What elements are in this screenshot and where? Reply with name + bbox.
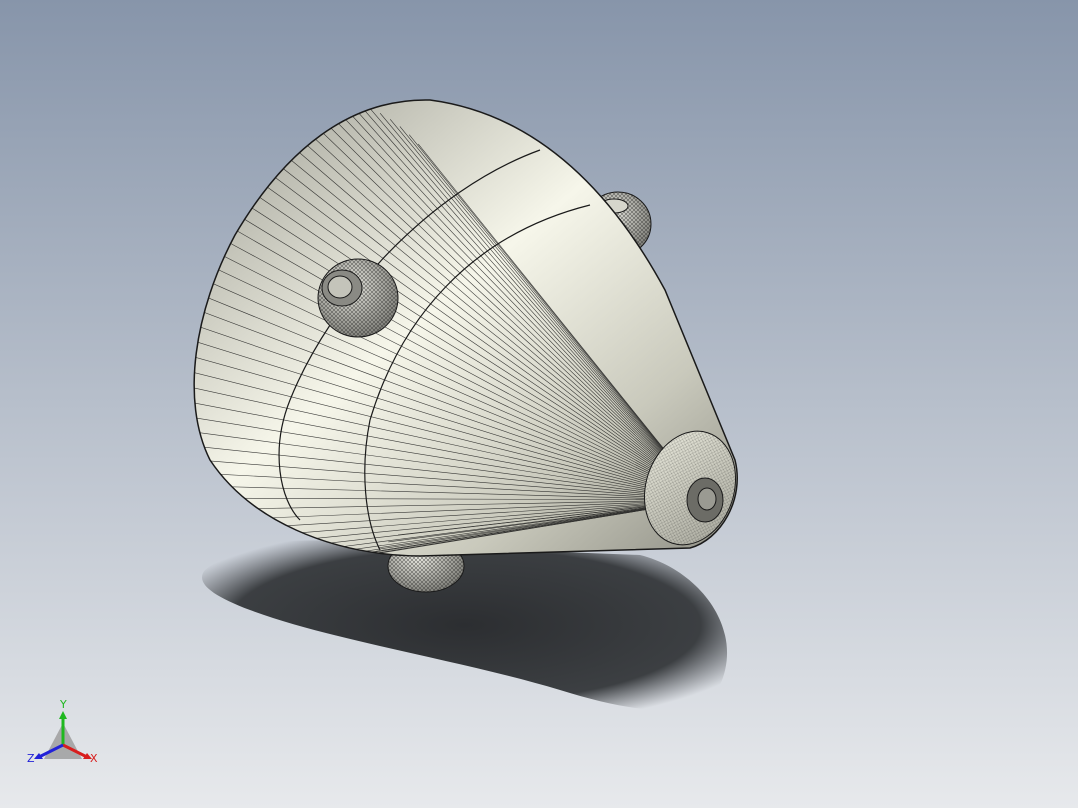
graphics-viewport[interactable]: Y X Z <box>0 0 1078 808</box>
triad-x-label: X <box>90 752 98 765</box>
triad-z-label: Z <box>27 752 35 765</box>
model-view[interactable]: Y X Z <box>0 0 1078 808</box>
front-ear-sphere[interactable] <box>317 258 399 338</box>
triad-y-label: Y <box>59 698 67 711</box>
